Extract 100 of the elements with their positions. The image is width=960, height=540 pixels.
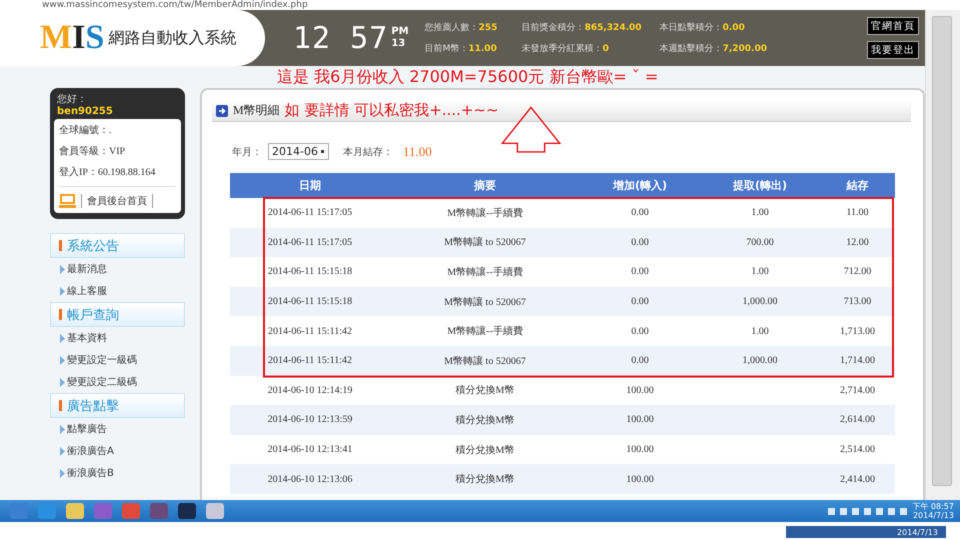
taskbar-app-icon[interactable]: [178, 503, 196, 519]
member-info: 會員等級：VIP: [59, 144, 126, 158]
column-header: 增加(轉入): [612, 178, 668, 193]
table-cell-text: 2014-06-10 12:14:19: [266, 384, 354, 396]
balance-label: 本月結存：: [342, 146, 393, 158]
table-cell-text: 2014-06-11 15:15:18: [266, 266, 354, 278]
table-cell-text: 11.00: [845, 207, 870, 218]
table-cell-text: 1,000.00: [742, 296, 778, 308]
table-cell-text: 0.00: [630, 236, 650, 248]
arrow-icon: [216, 104, 228, 116]
table-cell-text: 2,714.00: [839, 384, 876, 396]
table-cell-text: 2014-06-11 15:15:18: [266, 296, 354, 308]
computer-icon: [59, 193, 76, 209]
month-select[interactable]: 2014-06: [268, 143, 329, 160]
greeting: 您好：: [56, 93, 88, 106]
triangle-icon: [60, 424, 65, 434]
taskbar-app-icon[interactable]: [150, 503, 168, 519]
table-cell-text: 100.00: [625, 384, 655, 396]
header-button[interactable]: 我要登出: [867, 41, 919, 59]
sidebar-link[interactable]: 最新消息: [50, 258, 185, 280]
header-button[interactable]: 官網首頁: [867, 17, 919, 35]
sidebar-link[interactable]: 線上客服: [50, 280, 185, 302]
table-cell-text: 1,714.00: [839, 355, 876, 366]
stat-text: 您推薦人數：255: [424, 22, 498, 34]
panel-title: M幣明細: [233, 102, 280, 119]
table-cell-text: M幣轉讓 to 520067: [443, 296, 527, 309]
triangle-icon: [60, 446, 65, 456]
table-cell-text: 2,614.00: [839, 414, 876, 426]
annotation-text: 這是 我6月份收入 2700M=75600元 新台幣歐= ˇ =: [277, 67, 658, 86]
sidebar-section-title: 系統公告: [50, 233, 185, 258]
sidebar-link[interactable]: 點擊廣告: [50, 418, 185, 440]
sidebar-link[interactable]: 變更設定一級碼: [50, 349, 185, 371]
table-cell-text: 2014-06-11 15:11:42: [267, 326, 353, 337]
scrollbar-thumb[interactable]: [932, 16, 952, 486]
stat-text: 目前M幣：11.00: [424, 42, 498, 55]
table-cell-text: 0.00: [630, 326, 650, 337]
ghost-date: 2014/7/13: [896, 528, 938, 536]
table-cell-text: 2014-06-10 12:13:06: [266, 474, 354, 485]
table-cell-text: 712.00: [842, 266, 872, 278]
table-cell-text: 積分兌換M幣: [454, 384, 516, 398]
table-cell-text: 713.00: [842, 296, 872, 308]
username: ben90255: [56, 106, 114, 119]
table-cell-text: 100.00: [625, 474, 655, 485]
column-header: 日期: [298, 178, 322, 193]
triangle-icon: [60, 356, 65, 364]
site-title: 網路自動收入系統: [108, 28, 236, 48]
month-label: 年月：: [232, 146, 262, 158]
clock-day: 13: [391, 38, 409, 50]
triangle-icon: [60, 334, 65, 342]
table-cell-text: 700.00: [745, 236, 775, 248]
table-cell-text: 2,514.00: [839, 444, 876, 456]
column-header: 提取(轉出): [732, 178, 788, 193]
sidebar-section-title: 廣告點擊: [50, 393, 185, 418]
taskbar-app-icon[interactable]: [206, 503, 224, 519]
column-header: 結存: [845, 178, 870, 193]
table-cell-text: 積分兌換M幣: [454, 444, 516, 457]
triangle-icon: [60, 378, 65, 386]
address-bar-url[interactable]: www.massincomesystem.com/tw/MemberAdmin/index.php: [42, 1, 308, 10]
table-cell-text: M幣轉讓--手續費: [446, 324, 524, 338]
member-home-link[interactable]: 會員後台首頁: [81, 194, 153, 208]
triangle-icon: [60, 264, 65, 274]
table-cell-text: 1.00: [750, 326, 770, 337]
sidebar-link[interactable]: 衝浪廣告A: [50, 440, 185, 462]
table-cell-text: 0.00: [630, 207, 650, 218]
table-cell-text: M幣轉讓--手續費: [446, 206, 524, 220]
table-cell-text: M幣轉讓--手續費: [446, 266, 524, 279]
triangle-icon: [60, 468, 65, 478]
logo: MIS: [40, 19, 104, 57]
caret-icon: [320, 150, 325, 154]
taskbar-clock[interactable]: 下午 08:57 2014/7/13: [912, 502, 954, 520]
member-info: 登入IP：60.198.88.164: [59, 166, 156, 179]
taskbar-app-icon[interactable]: [66, 503, 84, 519]
member-info: 全球編號：.: [59, 124, 112, 137]
table-cell-text: 100.00: [625, 444, 655, 456]
table-cell-text: 0.00: [630, 266, 650, 278]
table-cell-text: 100.00: [625, 414, 655, 426]
table-cell-text: 12.00: [845, 236, 870, 248]
sidebar-section-title: 帳戶查詢: [50, 302, 185, 327]
sidebar-link[interactable]: 變更設定二級碼: [50, 371, 185, 393]
stat-text: 本週點擊積分：7,200.00: [660, 42, 768, 55]
table-cell-text: 2014-06-11 15:11:42: [267, 355, 353, 366]
table-cell-text: 0.00: [630, 296, 650, 308]
sidebar-link[interactable]: 衝浪廣告B: [50, 462, 185, 484]
balance-value: 11.00: [402, 144, 432, 160]
table-cell-text: 1,000.00: [742, 355, 778, 366]
table-cell-text: 2014-06-11 15:17:05: [266, 207, 354, 218]
stat-text: 未發放季分紅累積：0: [522, 42, 610, 55]
clock-ampm: PM: [391, 26, 409, 38]
table-cell-text: 積分兌換M幣: [454, 414, 516, 427]
table-cell-text: 積分兌換M幣: [454, 472, 516, 486]
table-cell-text: 1.00: [750, 207, 770, 218]
triangle-icon: [60, 286, 65, 296]
column-header: 摘要: [472, 178, 497, 193]
table-cell-text: 2014-06-10 12:13:59: [266, 414, 354, 426]
sidebar-link[interactable]: 基本資料: [50, 327, 185, 349]
annotation-text: 如 要詳情 可以私密我+....+~~: [284, 101, 499, 120]
table-cell-text: 2014-06-11 15:17:05: [266, 236, 354, 248]
table-cell-text: 1.00: [750, 266, 770, 278]
table-cell-text: 2014-06-10 12:13:41: [266, 444, 354, 456]
table-cell-text: M幣轉讓 to 520067: [443, 354, 527, 368]
